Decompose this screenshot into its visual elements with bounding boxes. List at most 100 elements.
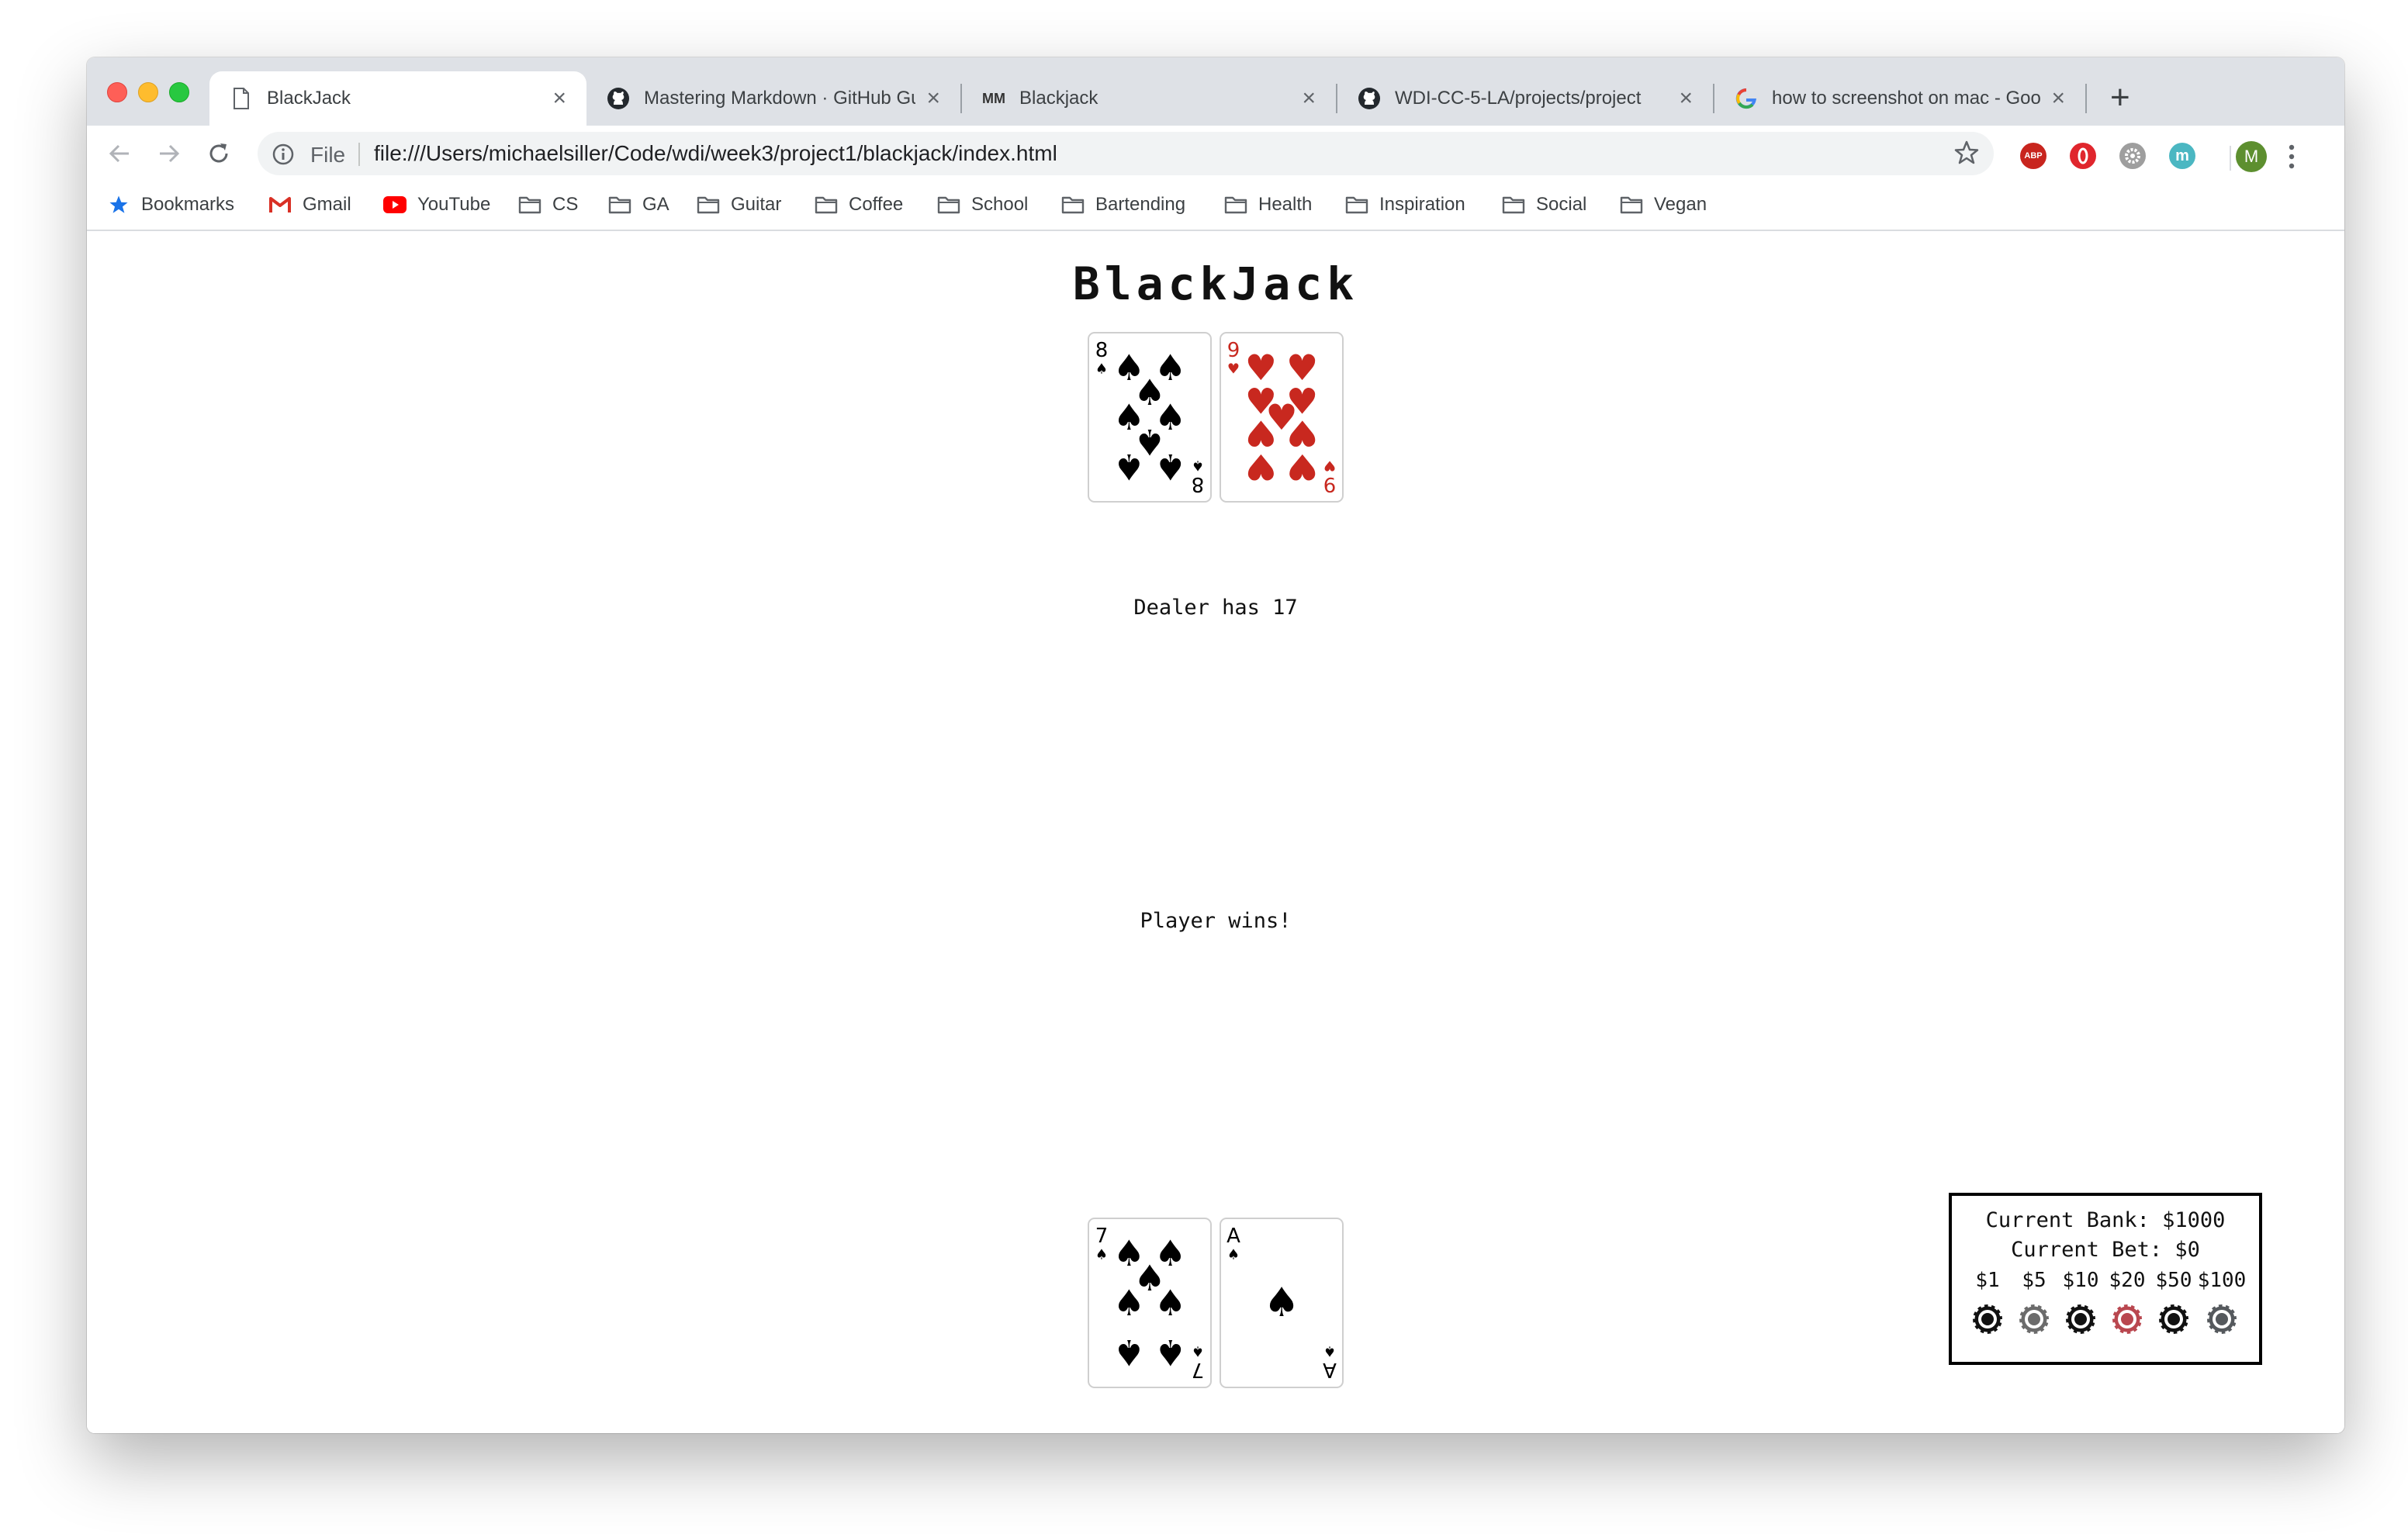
svg-text:♥: ♥ xyxy=(1227,361,1240,378)
folder-icon xyxy=(1620,195,1643,215)
close-icon[interactable]: × xyxy=(2051,87,2065,110)
tab-strip: BlackJack × Mastering Markdown · GitHub … xyxy=(87,57,2344,126)
card: 7 ♠ 7 ♠ ♠ ♠ ♠ ♠ ♠ ♠ ♠ xyxy=(1088,1218,1212,1388)
folder-icon xyxy=(1502,195,1525,215)
menu-dots-icon[interactable] xyxy=(2287,143,2296,171)
card-pip: ♠ xyxy=(1113,446,1145,488)
dealer-hand: 8 ♠ 8 ♠ ♠ ♠ ♠ ♠ ♠ ♠ ♠ ♠ 9 ♥ 9 ♥ ♥ ♥ ♥ ♥ ♥ ♥ ♥ ♥ ♥ xyxy=(87,332,2344,503)
bookmark-folder-cs[interactable]: CS xyxy=(518,191,578,219)
close-icon[interactable]: × xyxy=(926,87,940,110)
card: A ♠ A ♠ ♠ xyxy=(1220,1218,1344,1388)
folder-icon xyxy=(697,195,720,215)
new-tab-button[interactable]: + xyxy=(2110,81,2130,115)
opera-icon[interactable] xyxy=(2070,143,2096,169)
bookmark-folder-social[interactable]: Social xyxy=(1502,191,1586,219)
bookmark-label: CS xyxy=(552,194,579,215)
card-pip: ♠ xyxy=(1113,1332,1145,1373)
card-pip: ♠ xyxy=(1264,1280,1300,1326)
bookmark-folder-health[interactable]: Health xyxy=(1224,191,1312,219)
bookmark-label: YouTube xyxy=(417,194,491,215)
arrow-right-icon xyxy=(160,144,180,163)
toolbar-separator xyxy=(2230,146,2231,171)
card-rank: 9 xyxy=(1227,339,1240,362)
dealer-score: Dealer has 17 xyxy=(1133,596,1298,620)
url-text[interactable]: file:///Users/michaelsiller/Code/wdi/wee… xyxy=(374,141,1057,166)
card-pip: ♥ xyxy=(1245,446,1277,488)
game-result: Player wins! xyxy=(1140,909,1292,933)
svg-text:♥: ♥ xyxy=(1323,458,1336,474)
tab-blackjack-mm[interactable]: MM Blackjack × xyxy=(962,71,1336,126)
google-icon xyxy=(1735,87,1758,110)
card-pip: ♠ xyxy=(1154,1282,1186,1324)
tab-title: how to screenshot on mac - Google xyxy=(1772,88,2041,109)
forward-button[interactable] xyxy=(155,140,183,168)
tab-title: BlackJack xyxy=(267,88,351,109)
card-rank: A xyxy=(1323,1358,1337,1381)
close-window-button[interactable] xyxy=(107,82,127,102)
close-icon[interactable]: × xyxy=(1679,87,1693,110)
close-icon[interactable]: × xyxy=(552,87,566,110)
bookmark-folder-guitar[interactable]: Guitar xyxy=(697,191,781,219)
tab-blackjack[interactable]: BlackJack × xyxy=(209,71,586,126)
bank-panel: Current Bank: $1000 Current Bet: $0 $1 $… xyxy=(1949,1193,2262,1365)
bookmark-label: Gmail xyxy=(303,194,351,215)
current-bank: Current Bank: $1000 xyxy=(1985,1208,2226,1232)
current-bet: Current Bet: $0 xyxy=(2011,1238,2200,1262)
scheme-label: File xyxy=(310,143,346,167)
avatar[interactable]: M xyxy=(2236,141,2267,172)
adblock-plus-icon[interactable]: ABP xyxy=(2020,143,2046,169)
bookmark-folder-school[interactable]: School xyxy=(937,191,1028,219)
back-button[interactable] xyxy=(106,140,133,168)
bookmark-label: Bookmarks xyxy=(141,194,235,215)
bookmark-folder-inspiration[interactable]: Inspiration xyxy=(1345,191,1465,219)
folder-icon xyxy=(1345,195,1368,215)
card-rank: 8 xyxy=(1095,339,1109,362)
card-rank: 7 xyxy=(1095,1225,1109,1248)
arrow-left-icon xyxy=(109,144,129,163)
bookmark-folder-ga[interactable]: GA xyxy=(608,191,669,219)
tab-wdi-projects[interactable]: WDI-CC-5-LA/projects/project × xyxy=(1337,71,1713,126)
folder-icon xyxy=(608,195,631,215)
github-icon xyxy=(607,87,630,110)
bookmark-youtube[interactable]: YouTube xyxy=(383,191,490,219)
bookmark-folder-coffee[interactable]: Coffee xyxy=(815,191,903,219)
close-icon[interactable]: × xyxy=(1302,87,1316,110)
bookmark-label: School xyxy=(971,194,1029,215)
tab-mastering-markdown[interactable]: Mastering Markdown · GitHub Guides × xyxy=(586,71,960,126)
info-icon[interactable] xyxy=(272,143,295,170)
bookmark-bookmarks[interactable]: Bookmarks xyxy=(107,191,234,219)
youtube-icon xyxy=(383,195,407,215)
page-content: BlackJack 8 ♠ 8 ♠ ♠ ♠ ♠ ♠ ♠ ♠ ♠ ♠ 9 ♥ 9 ♥ ♥ ♥ ♥ ♥ ♥ ♥ ♥ ♥ ♥ Dea… xyxy=(87,231,2344,1433)
tab-title: Mastering Markdown · GitHub Guides xyxy=(644,88,915,109)
chip-100-button[interactable]: $100 xyxy=(2192,1269,2251,1339)
bookmark-label: Vegan xyxy=(1654,194,1707,215)
star-icon xyxy=(107,195,130,215)
bookmark-label: Bartending xyxy=(1095,194,1186,215)
browser-window: BlackJack × Mastering Markdown · GitHub … xyxy=(87,57,2344,1433)
gear-extension-icon[interactable] xyxy=(2119,143,2146,169)
svg-text:♠: ♠ xyxy=(1227,1247,1240,1263)
bookmark-star-icon[interactable] xyxy=(1953,140,1980,170)
svg-text:♠: ♠ xyxy=(1095,1247,1108,1263)
bookmark-label: Health xyxy=(1258,194,1313,215)
card-rank: 7 xyxy=(1192,1358,1205,1381)
bookmark-folder-vegan[interactable]: Vegan xyxy=(1620,191,1707,219)
bookmark-folder-bartending[interactable]: Bartending xyxy=(1061,191,1185,219)
reload-icon xyxy=(209,143,228,163)
zoom-window-button[interactable] xyxy=(169,82,189,102)
card-pip: ♠ xyxy=(1154,1332,1186,1373)
bookmark-label: Guitar xyxy=(731,194,782,215)
card-pip: ♠ xyxy=(1154,446,1186,488)
address-bar[interactable]: File file:///Users/michaelsiller/Code/wd… xyxy=(258,132,1994,175)
reload-button[interactable] xyxy=(205,140,233,168)
minimize-window-button[interactable] xyxy=(138,82,158,102)
bookmark-label: Social xyxy=(1536,194,1587,215)
svg-text:♠: ♠ xyxy=(1095,361,1108,378)
svg-text:♠: ♠ xyxy=(1192,458,1204,474)
card: 9 ♥ 9 ♥ ♥ ♥ ♥ ♥ ♥ ♥ ♥ ♥ ♥ xyxy=(1220,332,1344,503)
m-extension-icon[interactable]: m xyxy=(2169,143,2195,169)
card-pip: ♥ xyxy=(1286,446,1318,488)
tab-google-search[interactable]: how to screenshot on mac - Google × xyxy=(1714,71,2085,126)
bookmark-gmail[interactable]: Gmail xyxy=(268,191,351,219)
svg-text:♠: ♠ xyxy=(1323,1343,1336,1360)
